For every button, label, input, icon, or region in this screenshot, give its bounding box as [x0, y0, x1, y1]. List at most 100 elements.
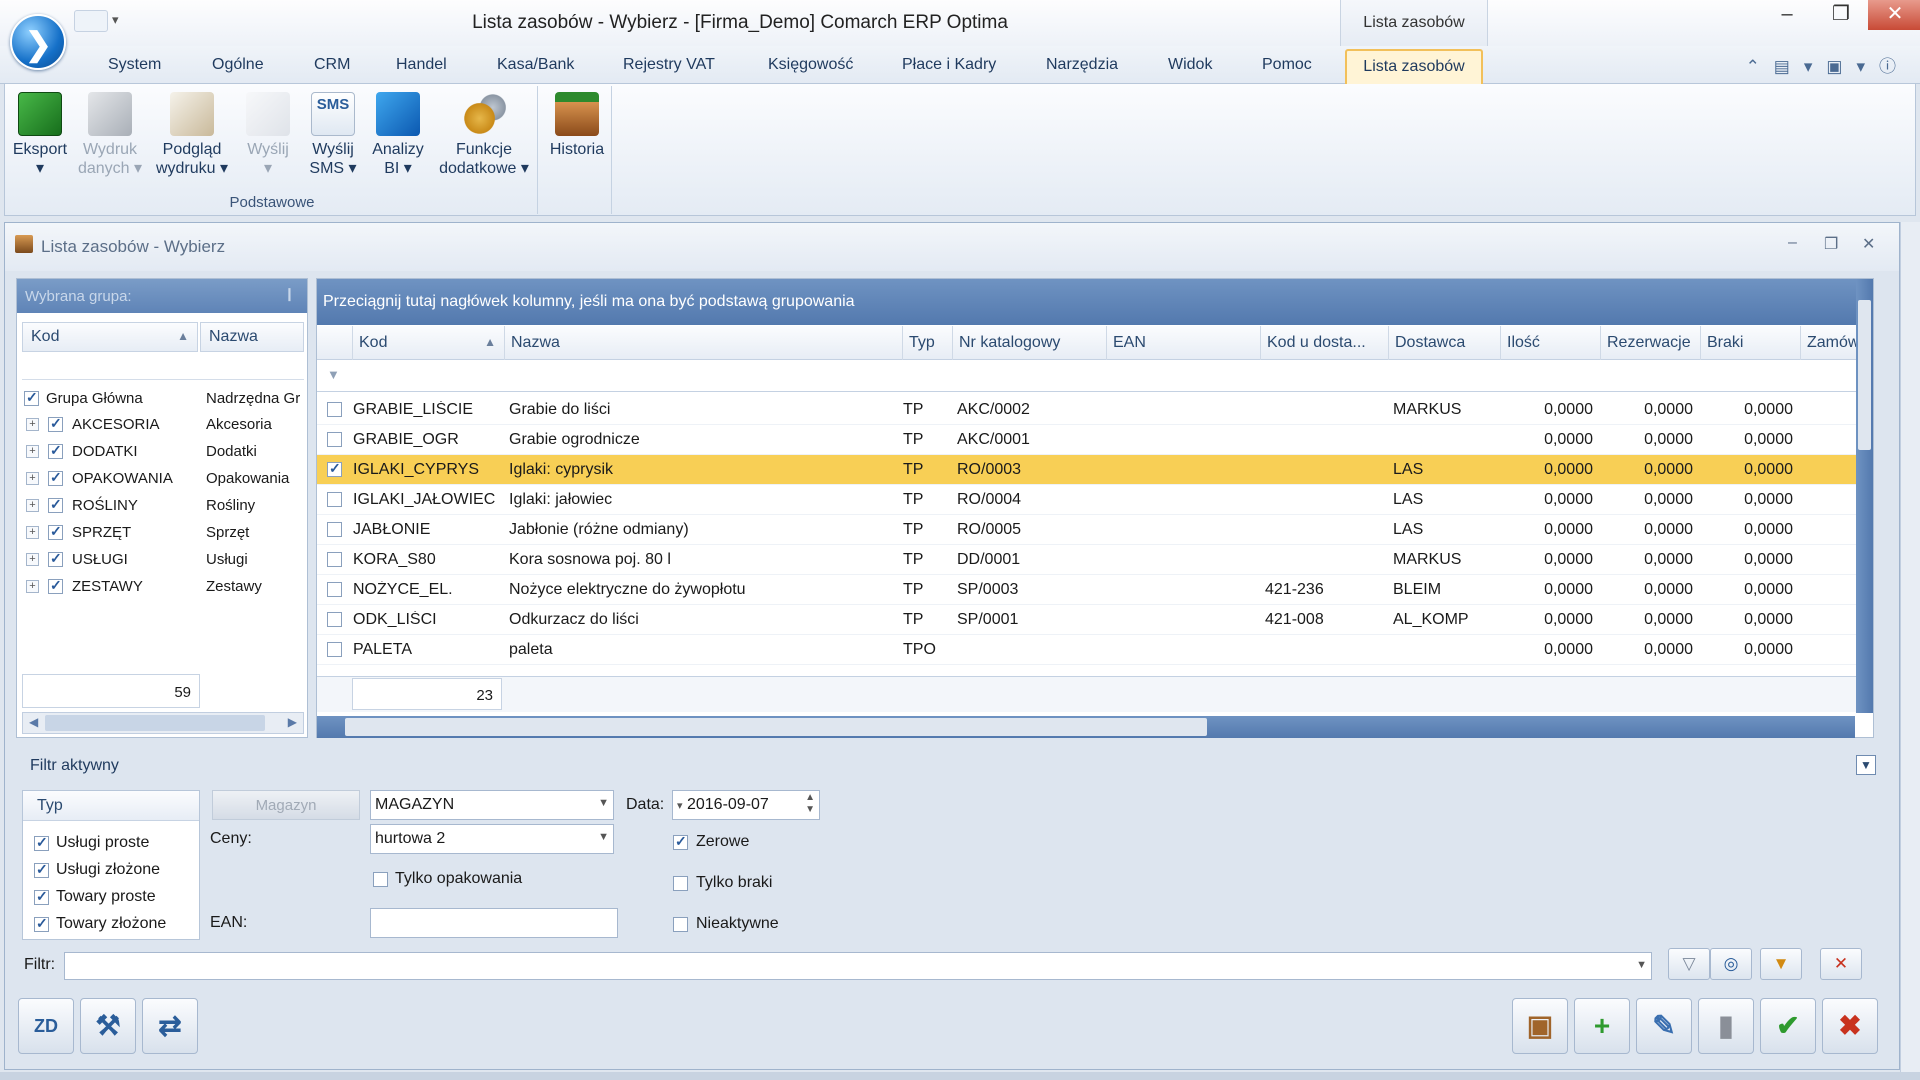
tree-root-checkbox[interactable]: [24, 389, 39, 406]
menu-widok[interactable]: Widok: [1168, 56, 1212, 74]
print-data-button[interactable]: Wydruk danych ▾: [72, 92, 148, 178]
row-checkbox[interactable]: [327, 492, 342, 507]
table-row[interactable]: NOŻYCE_EL. Nożyce elektryczne do żywopłot…: [317, 575, 1857, 605]
table-row[interactable]: PALETA paleta TPO 0,0000 0,0000 0,0000: [317, 635, 1857, 665]
prices-select[interactable]: hurtowa 2 ▼: [370, 824, 614, 854]
tree-filter-row[interactable]: [22, 354, 304, 380]
type-filter-checkbox[interactable]: [34, 834, 49, 851]
send-sms-button[interactable]: SMS Wyślij SMS ▾: [302, 92, 364, 178]
row-checkbox[interactable]: [327, 460, 342, 477]
scroll-right-icon[interactable]: ▶: [288, 715, 297, 729]
edit-icon[interactable]: ✎: [1636, 998, 1692, 1054]
tree-horizontal-scrollbar[interactable]: ◀ ▶: [22, 712, 304, 734]
ribbon-options-icons[interactable]: ⌃▤▾▣▾ⓘ: [1746, 52, 1910, 77]
menu-place-i-kadry[interactable]: Płace i Kadry: [902, 56, 996, 74]
send-button[interactable]: Wyślij ▾: [240, 92, 296, 178]
collapse-filter-icon[interactable]: ▼: [1856, 755, 1876, 775]
table-row[interactable]: JABŁONIE Jabłonie (różne odmiany) TP RO/000…: [317, 515, 1857, 545]
col-ean[interactable]: EAN: [1107, 326, 1261, 360]
menu-handel[interactable]: Handel: [396, 56, 447, 74]
menu-rejestry-vat[interactable]: Rejestry VAT: [623, 56, 715, 74]
warehouse-button[interactable]: Magazyn: [212, 790, 360, 820]
col-dostawca[interactable]: Dostawca: [1389, 326, 1501, 360]
expand-icon[interactable]: +: [26, 580, 39, 593]
tools-icon[interactable]: ⚒: [80, 998, 136, 1054]
inner-close-button[interactable]: ✕: [1862, 234, 1875, 254]
inactive-checkbox[interactable]: [673, 917, 688, 932]
close-window-button[interactable]: ✕: [1868, 0, 1920, 30]
expand-icon[interactable]: +: [26, 418, 39, 431]
date-spin-icon[interactable]: ▲ ▼: [805, 792, 815, 816]
grid-vscroll-thumb[interactable]: [1858, 300, 1871, 450]
tree-row-checkbox[interactable]: [48, 577, 63, 594]
col-braki[interactable]: Braki: [1701, 326, 1801, 360]
table-row[interactable]: IGLAKI_CYPRYS Iglaki: cyprysik TP RO/0003 LA…: [317, 455, 1857, 485]
tree-row[interactable]: + AKCESORIA Akcesoria: [22, 412, 304, 439]
tree-row-checkbox[interactable]: [48, 496, 63, 513]
grid-hscroll-thumb[interactable]: [345, 718, 1207, 736]
zero-checkbox[interactable]: [673, 833, 688, 850]
table-row[interactable]: GRABIE_OGR Grabie ogrodnicze TP AKC/0001 0,0…: [317, 425, 1857, 455]
funnel-settings-icon[interactable]: ◎: [1710, 948, 1752, 980]
tree-row-checkbox[interactable]: [48, 523, 63, 540]
tree-row-checkbox[interactable]: [48, 550, 63, 567]
tree-row[interactable]: + DODATKI Dodatki: [22, 439, 304, 466]
tree-scroll-thumb[interactable]: [45, 715, 265, 731]
col-typ[interactable]: Typ: [903, 326, 953, 360]
tree-row[interactable]: + SPRZĘT Sprzęt: [22, 520, 304, 547]
inner-minimize-button[interactable]: –: [1788, 234, 1797, 252]
expand-icon[interactable]: +: [26, 526, 39, 539]
col-checkbox[interactable]: [317, 326, 353, 360]
menu-kasa-bank[interactable]: Kasa/Bank: [497, 56, 574, 74]
funnel-clear-icon[interactable]: ✕: [1820, 948, 1862, 980]
row-filter-icon[interactable]: ▼: [327, 367, 340, 382]
group-by-bar[interactable]: Przeciągnij tutaj nagłówek kolumny, jeśl…: [317, 279, 1857, 325]
row-checkbox[interactable]: [327, 642, 342, 657]
table-row[interactable]: GRABIE_LIŚCIE Grabie do liści TP AKC/0002 MA…: [317, 395, 1857, 425]
type-filter-checkbox[interactable]: [34, 861, 49, 878]
tree-row[interactable]: + USŁUGI Usługi: [22, 547, 304, 574]
minimize-button[interactable]: –: [1760, 0, 1814, 30]
funnel-icon[interactable]: ▽: [1668, 948, 1710, 980]
row-checkbox[interactable]: [327, 402, 342, 417]
only-packaging-checkbox[interactable]: [373, 872, 388, 887]
tree-col-kod[interactable]: Kod ▲: [22, 322, 198, 352]
quick-access-toolbar[interactable]: [74, 10, 108, 32]
grid-filter-row[interactable]: [317, 360, 1857, 392]
menu-system[interactable]: System: [108, 56, 161, 74]
col-nr-katalogowy[interactable]: Nr katalogowy: [953, 326, 1107, 360]
transfer-icon[interactable]: ⇄: [142, 998, 198, 1054]
restore-button[interactable]: ❐: [1814, 0, 1868, 30]
expand-icon[interactable]: +: [26, 445, 39, 458]
delete-icon[interactable]: ▮: [1698, 998, 1754, 1054]
tree-row[interactable]: + ROŚLINY Rośliny: [22, 493, 304, 520]
print-preview-button[interactable]: Podgląd wydruku ▾: [150, 92, 234, 178]
chevron-down-icon[interactable]: ▼: [1636, 959, 1647, 971]
table-row[interactable]: KORA_S80 Kora sosnowa poj. 80 l TP DD/0001 M…: [317, 545, 1857, 575]
col-nazwa[interactable]: Nazwa: [505, 326, 903, 360]
pin-icon[interactable]: ❙: [284, 286, 295, 302]
cancel-icon[interactable]: ✖: [1822, 998, 1878, 1054]
col-ilosc[interactable]: Ilość: [1501, 326, 1601, 360]
scroll-left-icon[interactable]: ◀: [29, 715, 38, 729]
tree-row-checkbox[interactable]: [48, 469, 63, 486]
col-zamowienia[interactable]: Zamów: [1801, 326, 1857, 360]
type-filter-checkbox[interactable]: [34, 915, 49, 932]
menu-crm[interactable]: CRM: [314, 56, 350, 74]
quick-access-dropdown-icon[interactable]: ▾: [112, 12, 119, 28]
col-kod[interactable]: Kod ▲: [353, 326, 505, 360]
confirm-icon[interactable]: ✔: [1760, 998, 1816, 1054]
ean-input[interactable]: [370, 908, 618, 938]
table-row[interactable]: ODK_LIŚCI Odkurzacz do liści TP SP/0001 421-…: [317, 605, 1857, 635]
tab-lista-zasobow[interactable]: Lista zasobów: [1345, 49, 1483, 85]
filter-input[interactable]: ▼: [64, 952, 1652, 980]
expand-icon[interactable]: +: [26, 553, 39, 566]
tree-col-nazwa[interactable]: Nazwa: [200, 322, 304, 352]
bi-analysis-button[interactable]: Analizy BI ▾: [366, 92, 430, 178]
add-icon[interactable]: +: [1574, 998, 1630, 1054]
export-button[interactable]: Eksport ▾: [8, 92, 72, 178]
window-vertical-scrollbar[interactable]: [1900, 222, 1920, 1072]
table-row[interactable]: IGLAKI_JAŁOWIEC Iglaki: jałowiec TP RO/0004…: [317, 485, 1857, 515]
row-checkbox[interactable]: [327, 432, 342, 447]
expand-icon[interactable]: +: [26, 472, 39, 485]
